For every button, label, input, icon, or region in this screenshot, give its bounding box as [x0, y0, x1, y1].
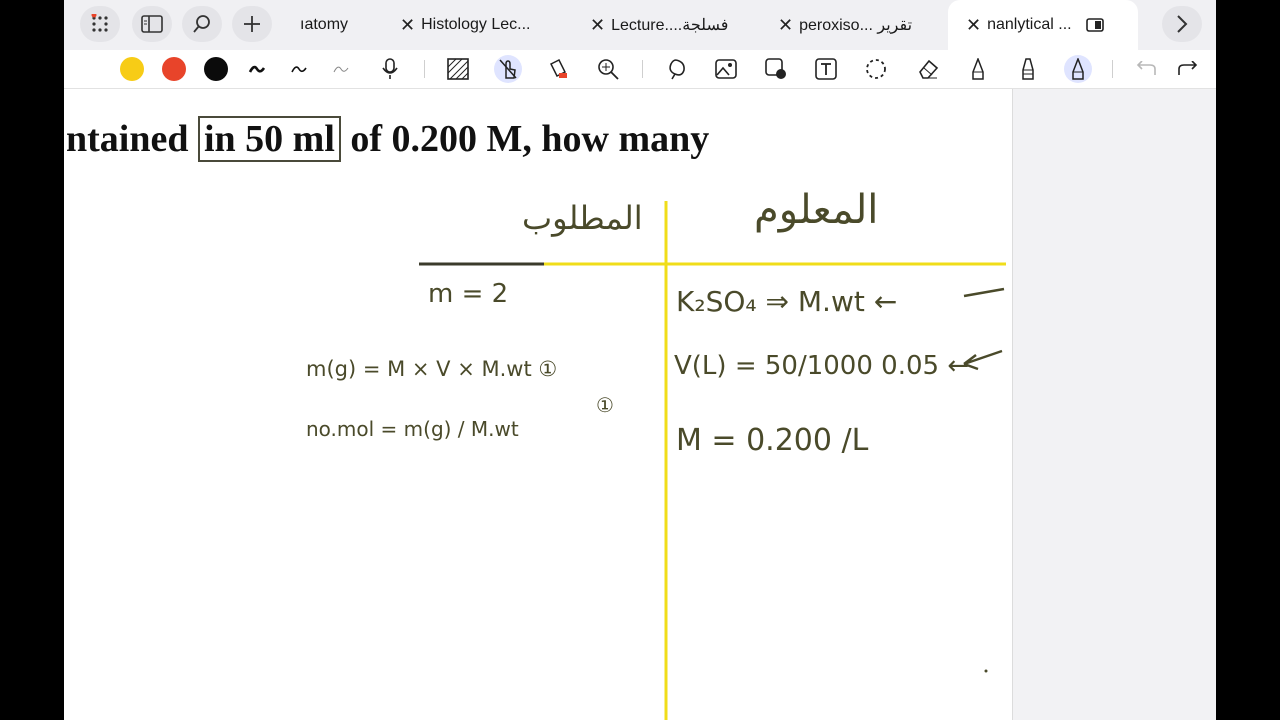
notes-app: ıatomy ✕ Histology Lec... ✕ Lecture....ف…	[64, 0, 1216, 720]
required-header: المطلوب	[522, 199, 643, 237]
grid-dots-icon	[91, 14, 108, 32]
pattern-fill-button[interactable]	[444, 55, 472, 83]
toolbar-divider	[642, 60, 643, 78]
right-line: K₂SO₄ ⇒ M.wt ←	[676, 285, 898, 318]
lasso-icon	[669, 59, 685, 80]
pen-medium-button[interactable]	[286, 55, 314, 83]
pencil-button[interactable]	[964, 55, 992, 83]
ink-dot	[984, 669, 988, 673]
search-button[interactable]	[182, 6, 222, 42]
dashed-select-button[interactable]	[862, 55, 890, 83]
toolbar-divider	[1112, 60, 1113, 78]
color-swatch	[204, 57, 228, 81]
drawing-toolbar	[64, 50, 1216, 89]
pen-icon	[248, 65, 266, 73]
tab-anatomy[interactable]: ıatomy	[300, 0, 390, 50]
next-tabs-button[interactable]	[1162, 6, 1202, 42]
image-button[interactable]	[712, 55, 740, 83]
shape-button[interactable]	[762, 55, 790, 83]
grid-menu-button[interactable]	[80, 6, 120, 42]
split-view-icon[interactable]	[1085, 18, 1104, 32]
color-black[interactable]	[202, 55, 230, 83]
new-tab-button[interactable]	[232, 6, 272, 42]
side-panel	[1012, 89, 1216, 720]
zoom-icon	[598, 59, 619, 80]
color-yellow[interactable]	[118, 55, 146, 83]
redo-button[interactable]	[1174, 55, 1202, 83]
pen-medium-icon	[291, 66, 307, 73]
toolbar-divider	[424, 60, 425, 78]
undo-icon	[1136, 61, 1156, 75]
close-icon[interactable]: ✕	[778, 15, 793, 36]
touch-draw-icon	[499, 59, 517, 79]
text-box-icon	[815, 58, 837, 80]
plus-icon	[244, 16, 260, 32]
sidebar-icon	[141, 15, 163, 33]
tab-label: nanlytical ...	[987, 16, 1072, 33]
arrow-ink	[963, 349, 1003, 371]
tab-label: Histology Lec...	[421, 16, 531, 33]
touch-draw-button[interactable]	[494, 55, 522, 83]
marker-icon	[1022, 58, 1034, 80]
close-icon[interactable]: ✕	[400, 15, 415, 36]
left-line: ①	[596, 393, 614, 417]
tab-label: peroxiso... تقرير	[799, 17, 913, 34]
sidebar-toggle-button[interactable]	[132, 6, 172, 42]
selected-marker-button[interactable]	[1064, 55, 1092, 83]
color-swatch	[162, 57, 186, 81]
shape-icon	[765, 58, 786, 79]
known-header: المعلوم	[754, 187, 879, 233]
tab-peroxisome[interactable]: ✕ peroxiso... تقرير	[778, 0, 938, 50]
arrow-ink	[963, 287, 1005, 298]
image-icon	[715, 59, 737, 79]
eraser-button[interactable]	[914, 55, 942, 83]
left-line: m(g) = M × V × M.wt ①	[306, 357, 558, 381]
dashed-circle-icon	[866, 59, 886, 79]
selected-marker-icon	[1072, 58, 1084, 80]
close-icon[interactable]: ✕	[590, 15, 605, 36]
marker-button[interactable]	[1014, 55, 1042, 83]
note-canvas[interactable]: ntained in 50 ml of 0.200 M, how many ال…	[64, 89, 1012, 720]
right-line: V(L) = 50/1000 0.05 ←	[674, 351, 970, 381]
microphone-button[interactable]	[376, 55, 404, 83]
undo-button[interactable]	[1132, 55, 1160, 83]
highlighter-button[interactable]	[544, 55, 572, 83]
close-icon[interactable]: ✕	[966, 15, 981, 36]
pen-thin-icon	[333, 66, 349, 73]
tab-lecture[interactable]: ✕ Lecture....فسلجة	[590, 0, 750, 50]
redo-icon	[1178, 61, 1198, 75]
tab-analytical[interactable]: ✕ nanlytical ...	[948, 0, 1138, 50]
left-line: m = 2	[428, 279, 509, 309]
pencil-icon	[972, 58, 984, 80]
color-swatch	[120, 57, 144, 81]
color-red[interactable]	[160, 55, 188, 83]
text-box-button[interactable]	[812, 55, 840, 83]
microphone-icon	[382, 58, 398, 79]
tab-bar: ıatomy ✕ Histology Lec... ✕ Lecture....ف…	[64, 0, 1216, 50]
search-icon	[193, 15, 210, 33]
tab-label: Lecture....فسلجة	[611, 17, 729, 34]
pen-thick-button[interactable]	[244, 55, 272, 83]
tab-label: ıatomy	[300, 16, 349, 33]
highlighter-icon	[549, 58, 567, 78]
handwriting-layer	[419, 201, 1006, 720]
pattern-fill-icon	[447, 58, 469, 80]
eraser-icon	[919, 59, 939, 79]
tab-histology[interactable]: ✕ Histology Lec...	[400, 0, 560, 50]
chevron-right-icon	[1177, 15, 1188, 33]
right-line: M = 0.200 /L	[676, 423, 869, 458]
left-line: no.mol = m(g) / M.wt	[306, 417, 519, 441]
zoom-button[interactable]	[594, 55, 622, 83]
pen-thin-button[interactable]	[328, 55, 356, 83]
lasso-button[interactable]	[662, 55, 690, 83]
